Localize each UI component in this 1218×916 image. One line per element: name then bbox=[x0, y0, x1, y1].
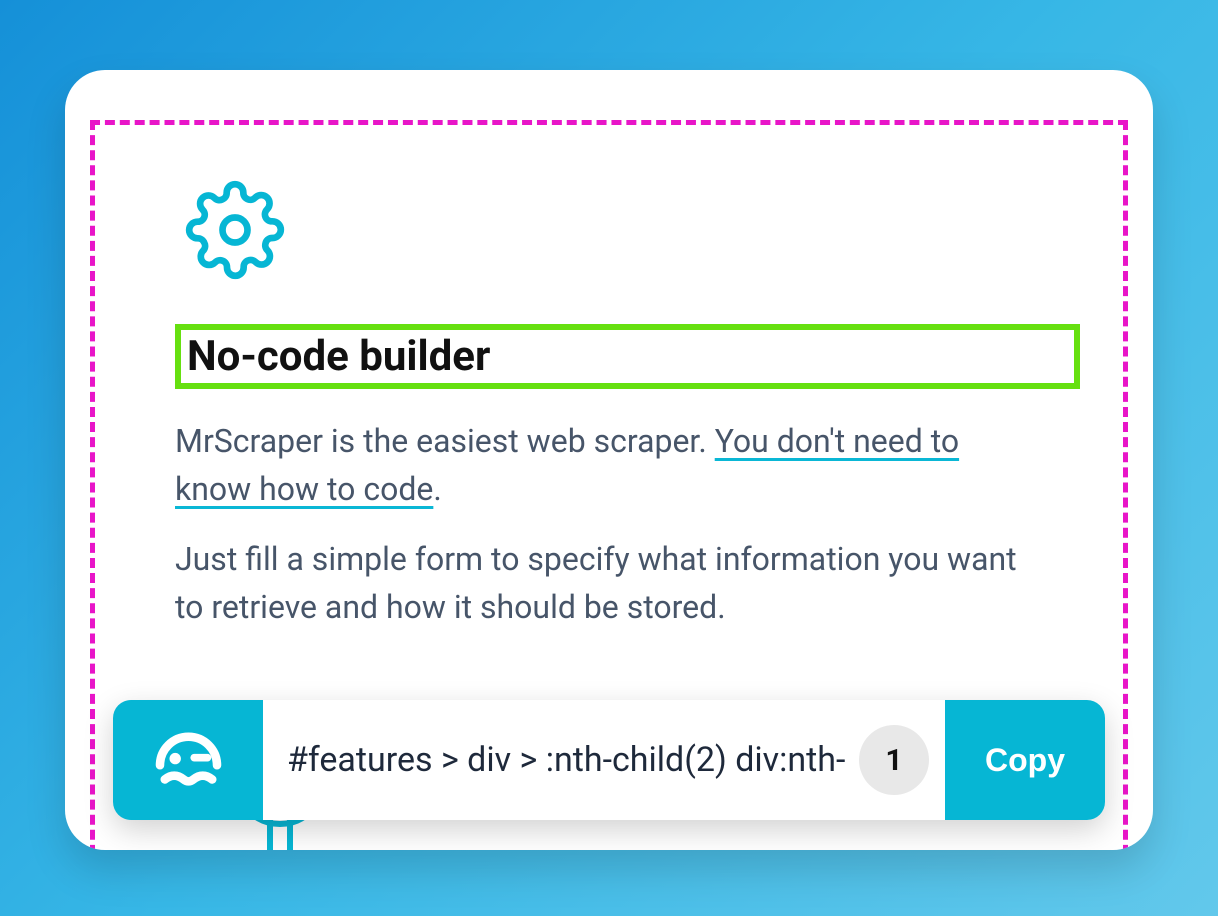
feature-heading: No-code builder bbox=[187, 332, 1064, 381]
paragraph-suffix: . bbox=[433, 470, 441, 508]
card-content: No-code builder MrScraper is the easiest… bbox=[105, 110, 1113, 631]
selector-toolbar: #features > div > :nth-child(2) div:nth-… bbox=[113, 700, 1105, 820]
css-selector-display[interactable]: #features > div > :nth-child(2) div:nth- bbox=[263, 700, 859, 820]
gear-icon bbox=[185, 180, 1043, 284]
feature-paragraph-2: Just fill a simple form to specify what … bbox=[175, 535, 1043, 631]
copy-button[interactable]: Copy bbox=[945, 700, 1105, 820]
match-count-badge: 1 bbox=[859, 725, 929, 795]
feature-card: No-code builder MrScraper is the easiest… bbox=[65, 70, 1153, 850]
mrscraper-logo-icon bbox=[113, 700, 263, 820]
devtools-selected-element-highlight: No-code builder bbox=[175, 324, 1080, 389]
feature-paragraph-1: MrScraper is the easiest web scraper. Yo… bbox=[175, 417, 1043, 513]
paragraph-text: MrScraper is the easiest web scraper. bbox=[175, 422, 715, 460]
